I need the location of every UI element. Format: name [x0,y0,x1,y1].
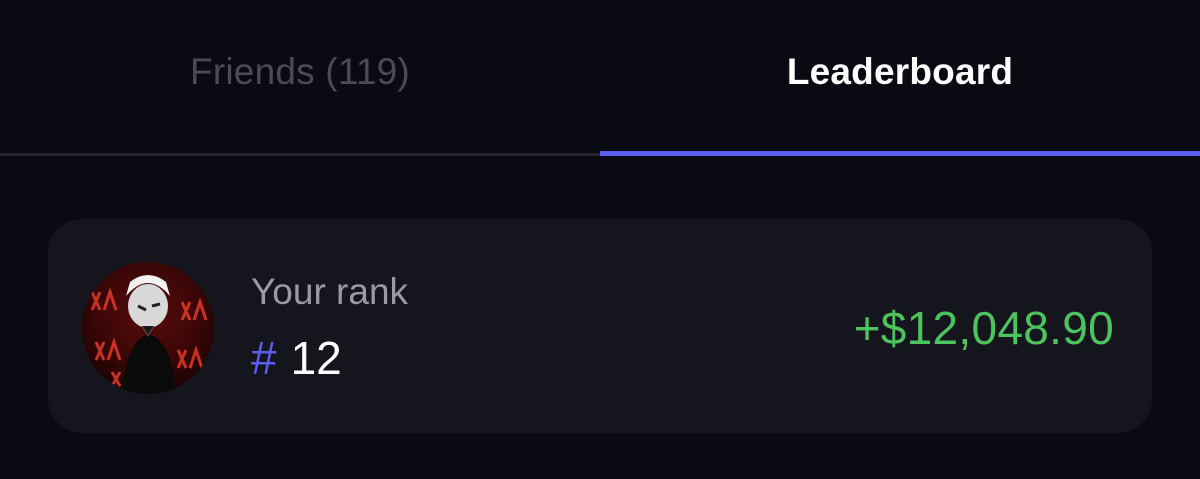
leaderboard-screen: Friends (119) Leaderboard Your rank # 12… [0,0,1200,479]
rank-value: # 12 [251,331,342,385]
rank-number: 12 [290,332,342,384]
tab-bar: Friends (119) Leaderboard [0,0,1200,156]
earnings-amount: +$12,048.90 [853,302,1114,354]
hash-icon: # [251,332,277,384]
tab-leaderboard[interactable]: Leaderboard [600,0,1200,156]
tab-friends-label: Friends (119) [190,51,410,92]
user-avatar-image [82,262,214,394]
avatar[interactable] [82,262,214,394]
tab-friends-underline [0,153,600,156]
your-rank-label: Your rank [251,271,409,312]
your-rank-card[interactable]: Your rank # 12 +$12,048.90 [48,219,1152,433]
tab-friends[interactable]: Friends (119) [0,0,600,156]
tab-leaderboard-label: Leaderboard [786,51,1014,92]
tab-leaderboard-active-indicator [600,151,1200,156]
